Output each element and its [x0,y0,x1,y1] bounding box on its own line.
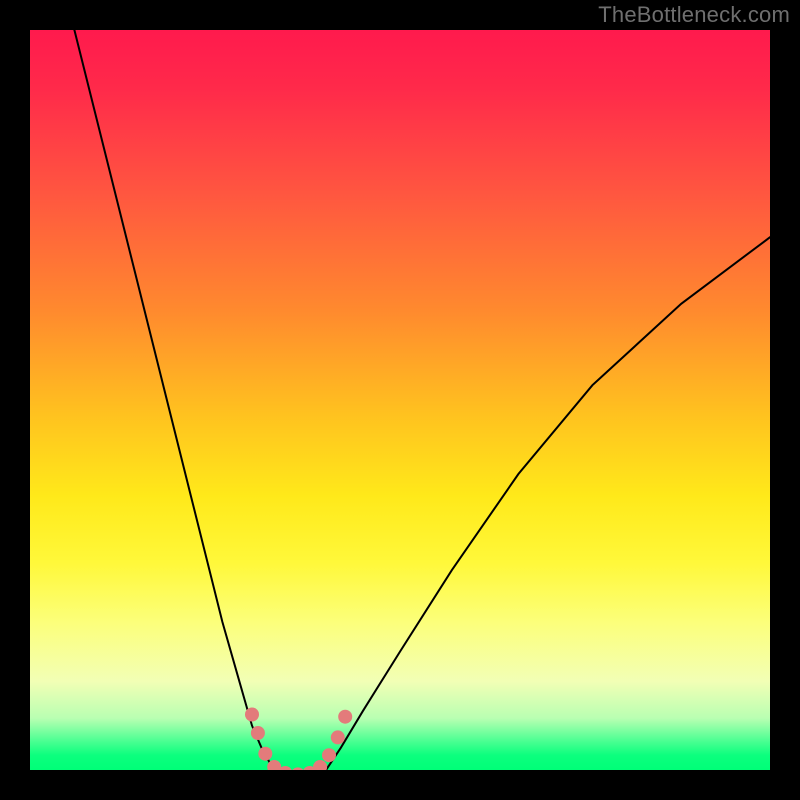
marker-dot [251,726,265,740]
plot-area [30,30,770,770]
marker-dot [313,760,327,770]
marker-dot [322,748,336,762]
watermark-text: TheBottleneck.com [598,2,790,28]
marker-dot [291,767,305,770]
marker-dot [338,710,352,724]
marker-dot [258,747,272,761]
marker-dot [331,730,345,744]
marker-dots [245,708,352,771]
curve-layer [30,30,770,770]
marker-dot [245,708,259,722]
chart-frame: TheBottleneck.com [0,0,800,800]
curve-left [74,30,274,770]
curve-right [326,237,770,770]
